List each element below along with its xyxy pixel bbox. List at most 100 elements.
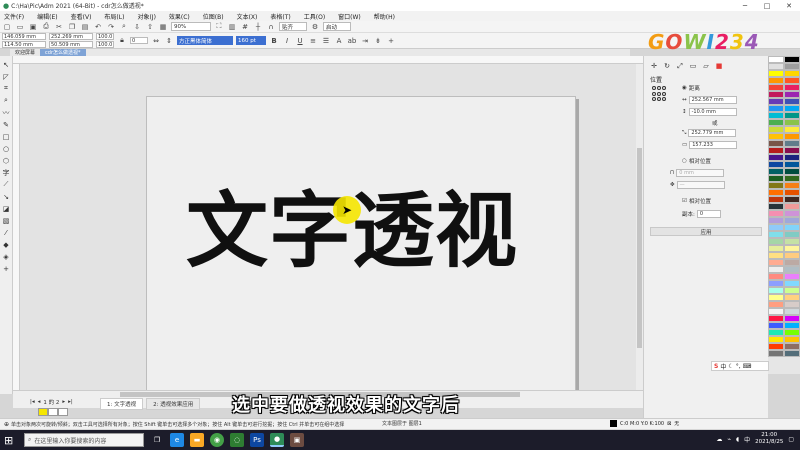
palette-swatch[interactable] (768, 294, 784, 301)
ime-icon[interactable]: 中 (744, 435, 750, 444)
swatch[interactable] (58, 408, 68, 416)
minimize-button[interactable]: ─ (734, 0, 756, 11)
underline-icon[interactable]: U (295, 36, 305, 46)
drop-shadow-icon[interactable]: ◪ (2, 204, 11, 213)
palette-swatch[interactable] (768, 154, 784, 161)
palette-swatch[interactable] (768, 217, 784, 224)
copies-field[interactable]: 0 (696, 210, 721, 218)
zoom-tool-icon[interactable]: ⌕ (2, 96, 11, 105)
document-palette[interactable] (38, 408, 68, 416)
palette-swatch[interactable] (768, 287, 784, 294)
swatch[interactable] (48, 408, 58, 416)
text-dir-v-icon[interactable]: ⇟ (373, 36, 383, 46)
menu-effects[interactable]: 效果(C) (169, 12, 190, 21)
menu-help[interactable]: 帮助(H) (374, 12, 395, 21)
notification-icon[interactable]: ▢ (788, 436, 794, 443)
wechat-icon[interactable]: ◌ (230, 433, 244, 447)
ime-s-icon[interactable]: S (714, 363, 718, 370)
apply-button[interactable]: 应用 (650, 227, 762, 236)
color-icon[interactable]: ■ (714, 61, 724, 71)
print-icon[interactable]: ⎙ (41, 22, 51, 32)
rulers-icon[interactable]: ▥ (227, 22, 237, 32)
palette-swatch[interactable] (768, 210, 784, 217)
palette-swatch[interactable] (784, 266, 800, 273)
palette-swatch[interactable] (768, 133, 784, 140)
palette-swatch[interactable] (768, 329, 784, 336)
rotate-icon[interactable]: ↻ (662, 61, 672, 71)
scale-icon[interactable]: ⤢ (675, 61, 685, 71)
smart-fill-icon[interactable]: ◈ (2, 252, 11, 261)
palette-swatch[interactable] (784, 70, 800, 77)
palette-swatch[interactable] (784, 154, 800, 161)
palette-swatch[interactable] (768, 91, 784, 98)
palette-swatch[interactable] (784, 112, 800, 119)
vertical-ruler[interactable] (13, 64, 20, 394)
ime-toolbar[interactable]: S 中 ☾ °, ⌨ (711, 361, 769, 371)
parallel-dimension-icon[interactable]: ⟋ (2, 180, 11, 189)
palette-swatch[interactable] (784, 126, 800, 133)
position-icon[interactable]: ✛ (649, 61, 659, 71)
tab-welcome[interactable]: 欢迎屏幕 (10, 49, 40, 56)
task-view-icon[interactable]: ❐ (150, 433, 164, 447)
next-page-icon[interactable]: ▸ (62, 399, 65, 405)
save-icon[interactable]: ▣ (28, 22, 38, 32)
palette-swatch[interactable] (784, 91, 800, 98)
palette-swatch[interactable] (784, 273, 800, 280)
ratio-radio[interactable]: ○ 相对位置 (682, 157, 711, 165)
palette-swatch[interactable] (784, 168, 800, 175)
pick-tool-icon[interactable]: ↖ (2, 60, 11, 69)
add-icon[interactable]: + (386, 36, 396, 46)
fullscreen-icon[interactable]: ⛶ (214, 22, 224, 32)
color-palette[interactable] (768, 56, 800, 374)
italic-icon[interactable]: I (282, 36, 292, 46)
palette-swatch[interactable] (768, 231, 784, 238)
palette-swatch[interactable] (784, 203, 800, 210)
grid-icon[interactable]: # (240, 22, 250, 32)
add-tool-icon[interactable]: + (2, 264, 11, 273)
fill-swatch[interactable] (610, 420, 617, 427)
horizontal-ruler[interactable] (13, 56, 643, 64)
x-position-field[interactable]: 146.059 mm (2, 33, 46, 40)
snap-to-select[interactable]: 贴齐 (279, 22, 307, 31)
palette-swatch[interactable] (784, 329, 800, 336)
palette-swatch[interactable] (768, 119, 784, 126)
width-field[interactable]: 252.269 mm (49, 33, 93, 40)
palette-swatch[interactable] (768, 336, 784, 343)
artistic-text-object[interactable]: 文字透视 (186, 177, 566, 287)
palette-swatch[interactable] (784, 238, 800, 245)
palette-swatch[interactable] (768, 189, 784, 196)
close-button[interactable]: ✕ (778, 0, 800, 11)
palette-swatch[interactable] (784, 336, 800, 343)
menu-table[interactable]: 表格(T) (270, 12, 290, 21)
palette-swatch[interactable] (784, 350, 800, 357)
volume-icon[interactable]: ◖ (736, 436, 739, 443)
palette-swatch[interactable] (768, 252, 784, 259)
palette-swatch[interactable] (784, 343, 800, 350)
palette-swatch[interactable] (784, 210, 800, 217)
coreldraw-icon[interactable]: ● (270, 433, 284, 447)
palette-swatch[interactable] (784, 98, 800, 105)
palette-swatch[interactable] (768, 175, 784, 182)
palette-swatch[interactable] (768, 350, 784, 357)
launch-select[interactable]: 启动 (323, 22, 351, 31)
copy-icon[interactable]: ❐ (67, 22, 77, 32)
palette-swatch[interactable] (768, 259, 784, 266)
menu-edit[interactable]: 编辑(E) (37, 12, 57, 21)
y-position-field[interactable]: 114.50 mm (2, 41, 46, 48)
ime-lang-icon[interactable]: 中 (720, 362, 726, 371)
transparency-tool-icon[interactable]: ▧ (2, 216, 11, 225)
zoom-select[interactable]: 90% (171, 22, 211, 31)
palette-swatch[interactable] (784, 56, 800, 63)
palette-swatch[interactable] (768, 63, 784, 70)
align-icon[interactable]: ≡ (308, 36, 318, 46)
palette-swatch[interactable] (768, 203, 784, 210)
tab-document[interactable]: cdr怎么做透视* (40, 49, 86, 56)
interactive-fill-icon[interactable]: ◆ (2, 240, 11, 249)
weather-icon[interactable]: ☁ (716, 436, 722, 443)
size-x-field[interactable]: 252.779 mm (688, 129, 737, 137)
ime-kbd-icon[interactable]: ⌨ (743, 363, 752, 370)
app-icon-2[interactable]: ▣ (290, 433, 304, 447)
mirror-v-icon[interactable]: ⇕ (164, 36, 174, 46)
palette-swatch[interactable] (784, 301, 800, 308)
scale-x-field[interactable]: 100.0 (96, 33, 114, 40)
